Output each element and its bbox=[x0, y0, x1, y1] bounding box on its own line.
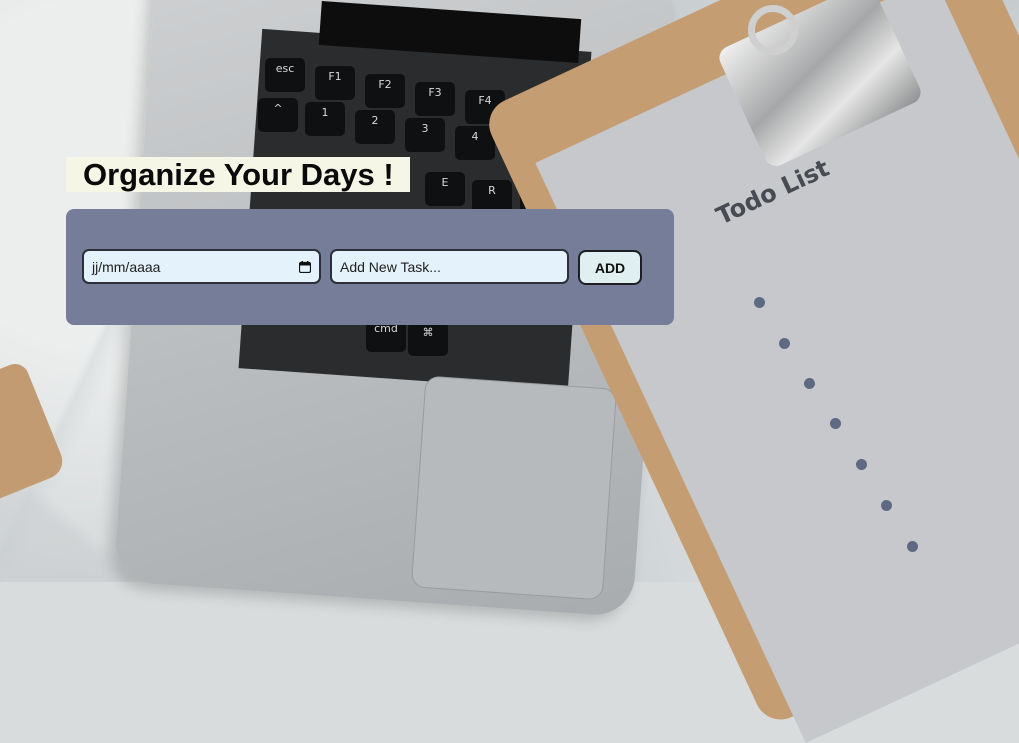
paper-dot bbox=[830, 418, 841, 429]
task-input-placeholder: Add New Task... bbox=[340, 258, 441, 275]
paper-dot bbox=[881, 500, 892, 511]
key: F3 bbox=[415, 82, 455, 116]
key: E bbox=[425, 172, 465, 206]
background-trackpad bbox=[410, 375, 618, 601]
key: F1 bbox=[315, 66, 355, 100]
background-clip-ring bbox=[748, 5, 798, 55]
task-input[interactable]: Add New Task... bbox=[330, 249, 569, 284]
key: ⌘ bbox=[408, 322, 448, 356]
paper-dot bbox=[907, 541, 918, 552]
key: 2 bbox=[355, 110, 395, 144]
key: F2 bbox=[365, 74, 405, 108]
paper-dot bbox=[754, 297, 765, 308]
paper-dot bbox=[856, 459, 867, 470]
page-title: Organize Your Days ! bbox=[66, 157, 410, 192]
key: ^ bbox=[258, 98, 298, 132]
key: esc bbox=[265, 58, 305, 92]
key: 3 bbox=[405, 118, 445, 152]
key: 1 bbox=[305, 102, 345, 136]
paper-dot bbox=[779, 338, 790, 349]
date-input-placeholder: jj/mm/aaaa bbox=[92, 258, 161, 275]
calendar-icon[interactable] bbox=[299, 260, 311, 273]
date-input[interactable]: jj/mm/aaaa bbox=[82, 249, 321, 284]
add-button[interactable]: ADD bbox=[578, 250, 642, 285]
task-form-panel: jj/mm/aaaa Add New Task... ADD bbox=[66, 209, 674, 325]
paper-dot bbox=[804, 378, 815, 389]
